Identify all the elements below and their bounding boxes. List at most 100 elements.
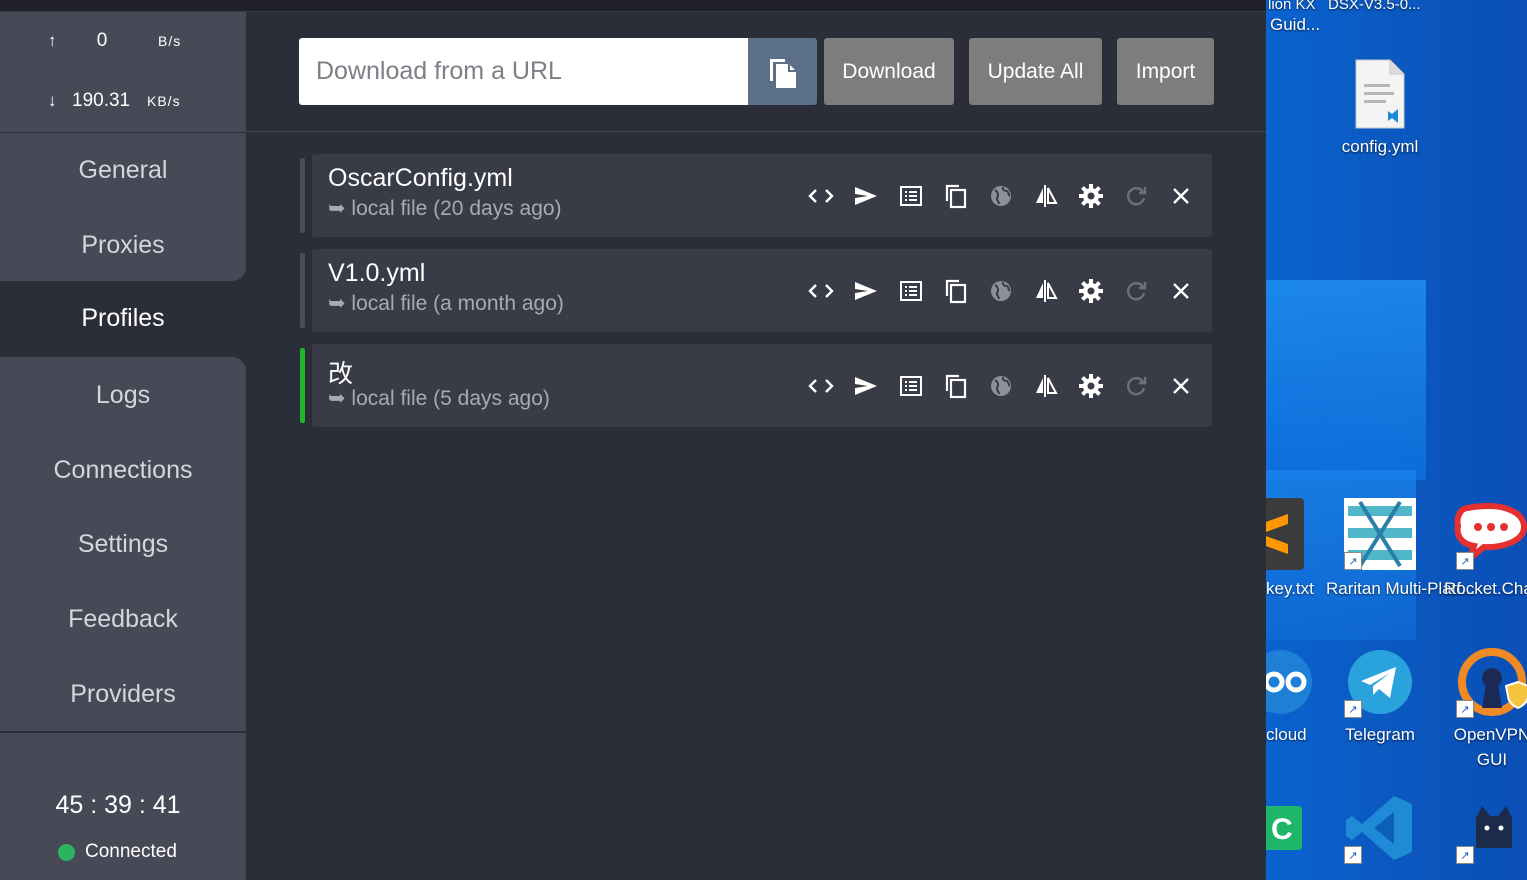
code-button[interactable] xyxy=(798,273,843,309)
copy-button[interactable] xyxy=(933,273,978,309)
profile-source: ➥ local file (a month ago) xyxy=(328,292,564,315)
sublime-text-icon[interactable] xyxy=(1266,498,1304,575)
globe-button[interactable] xyxy=(978,178,1023,214)
list-icon xyxy=(899,375,923,397)
update-all-button[interactable]: Update All xyxy=(969,38,1102,105)
profile-source: ➥ local file (5 days ago) xyxy=(328,387,550,410)
sidebar-item-providers[interactable]: Providers xyxy=(0,657,246,731)
refresh-button[interactable] xyxy=(1113,368,1158,404)
refresh-icon xyxy=(1124,374,1148,398)
status-dot-icon xyxy=(58,843,75,861)
windows-desktop: lion KX DSX-V3.5-0... Guid... config.yml… xyxy=(1266,0,1527,880)
list-button[interactable] xyxy=(888,273,933,309)
compare-button[interactable] xyxy=(1023,368,1068,404)
code-icon xyxy=(807,186,834,206)
list-button[interactable] xyxy=(888,178,933,214)
compare-icon xyxy=(1034,183,1058,209)
profile-source: ➥ local file (20 days ago) xyxy=(328,197,562,220)
sidebar-item-proxies[interactable]: Proxies xyxy=(0,208,246,282)
compare-button[interactable] xyxy=(1023,178,1068,214)
nextcloud-icon[interactable] xyxy=(1266,646,1316,723)
copy-button[interactable] xyxy=(933,368,978,404)
config-file-icon[interactable] xyxy=(1352,58,1408,135)
window-top-bar xyxy=(0,0,1266,12)
paste-icon xyxy=(769,58,796,88)
profile-actions xyxy=(798,368,1203,404)
connection-status: Connected xyxy=(58,841,177,863)
profile-card[interactable]: OscarConfig.yml ➥ local file (20 days ag… xyxy=(312,154,1212,237)
sidebar-item-logs[interactable]: Logs xyxy=(0,358,246,432)
close-icon xyxy=(1171,376,1191,396)
toolbar-divider xyxy=(246,131,1266,132)
close-icon xyxy=(1171,281,1191,301)
shortcut-arrow-icon: ↗ xyxy=(1456,552,1474,570)
upload-arrow-icon: ↑ xyxy=(48,31,57,50)
profile-name: V1.0.yml xyxy=(328,259,426,287)
desktop-icon-label: Raritan Multi-Platf... xyxy=(1326,579,1476,598)
gear-button[interactable] xyxy=(1068,273,1113,309)
paste-button[interactable] xyxy=(748,38,817,105)
desktop-icon-label: cloud xyxy=(1266,725,1307,744)
upload-speed: ↑ 0 B/s xyxy=(48,30,181,52)
close-button[interactable] xyxy=(1158,368,1203,404)
refresh-button[interactable] xyxy=(1113,273,1158,309)
send-icon xyxy=(853,280,879,302)
sidebar-item-feedback[interactable]: Feedback xyxy=(0,582,246,656)
refresh-button[interactable] xyxy=(1113,178,1158,214)
gear-button[interactable] xyxy=(1068,178,1113,214)
svg-text:C: C xyxy=(1271,813,1293,846)
list-icon xyxy=(899,280,923,302)
profile-item-selected[interactable]: 改 ➥ local file (5 days ago) xyxy=(300,344,1212,427)
close-button[interactable] xyxy=(1158,178,1203,214)
green-app-icon[interactable]: C xyxy=(1266,806,1302,855)
gear-icon xyxy=(1078,373,1104,399)
download-arrow-icon: ↓ xyxy=(48,91,57,110)
code-button[interactable] xyxy=(798,178,843,214)
selection-bar-active xyxy=(300,348,305,423)
profiles-page: Download Update All Import OscarConfig.y… xyxy=(246,12,1266,880)
upload-unit: B/s xyxy=(158,33,182,49)
send-icon xyxy=(853,185,879,207)
url-input[interactable] xyxy=(299,38,749,105)
download-value: 190.31 xyxy=(72,90,131,111)
profile-card[interactable]: V1.0.yml ➥ local file (a month ago) xyxy=(312,249,1212,332)
globe-icon xyxy=(989,279,1013,303)
shortcut-arrow-icon: ↗ xyxy=(1344,846,1362,864)
send-button[interactable] xyxy=(843,273,888,309)
gear-icon xyxy=(1078,183,1104,209)
send-button[interactable] xyxy=(843,368,888,404)
profile-name: OscarConfig.yml xyxy=(328,164,513,192)
status-panel: 45 : 39 : 41 Connected xyxy=(0,732,246,880)
code-button[interactable] xyxy=(798,368,843,404)
list-button[interactable] xyxy=(888,368,933,404)
send-button[interactable] xyxy=(843,178,888,214)
globe-button[interactable] xyxy=(978,368,1023,404)
cat-app-icon[interactable] xyxy=(1472,804,1516,859)
compare-icon xyxy=(1034,278,1058,304)
sidebar-item-settings[interactable]: Settings xyxy=(0,507,246,581)
sidebar-item-connections[interactable]: Connections xyxy=(0,433,246,507)
desktop-icon-label: key.txt xyxy=(1266,579,1314,598)
sidebar-item-general[interactable]: General xyxy=(0,133,246,207)
desktop-icon-label: Telegram xyxy=(1345,725,1415,744)
import-button[interactable]: Import xyxy=(1117,38,1214,105)
desktop-label-cutoff: DSX-V3.5-0... xyxy=(1328,0,1421,13)
download-unit: KB/s xyxy=(147,93,181,109)
profile-actions xyxy=(798,178,1203,214)
close-button[interactable] xyxy=(1158,273,1203,309)
compare-button[interactable] xyxy=(1023,273,1068,309)
profile-name: 改 xyxy=(328,360,354,388)
uptime-clock: 45 : 39 : 41 xyxy=(55,791,181,819)
gear-button[interactable] xyxy=(1068,368,1113,404)
download-button[interactable]: Download xyxy=(824,38,954,105)
sidebar: ↑ 0 B/s ↓ 190.31 KB/s General Proxies Pr… xyxy=(0,12,246,880)
sidebar-item-profiles[interactable]: Profiles xyxy=(0,281,246,355)
globe-button[interactable] xyxy=(978,273,1023,309)
refresh-icon xyxy=(1124,279,1148,303)
profile-actions xyxy=(798,273,1203,309)
clash-app-window: ↑ 0 B/s ↓ 190.31 KB/s General Proxies Pr… xyxy=(0,0,1266,880)
profile-item[interactable]: V1.0.yml ➥ local file (a month ago) xyxy=(300,249,1212,332)
profile-item[interactable]: OscarConfig.yml ➥ local file (20 days ag… xyxy=(300,154,1212,237)
copy-button[interactable] xyxy=(933,178,978,214)
profile-card[interactable]: 改 ➥ local file (5 days ago) xyxy=(312,344,1212,427)
